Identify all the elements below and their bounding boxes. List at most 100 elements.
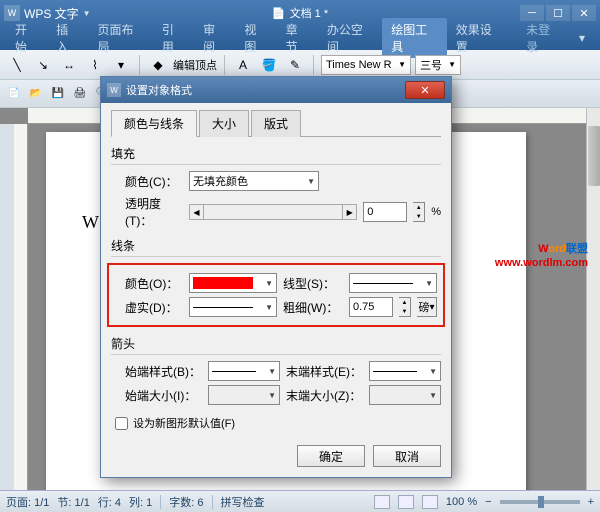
end-size-select[interactable]: ▼ [369,385,441,405]
vertical-ruler[interactable] [14,124,28,490]
shapes-more[interactable]: ▾ [110,54,132,76]
begin-style-select[interactable]: ▼ [208,361,280,381]
login-status[interactable]: 未登录 [517,18,570,58]
tab-effects[interactable]: 效果设置 [447,18,511,58]
document-text: W [82,212,99,233]
save-icon[interactable]: 💾 [48,84,68,104]
end-style-select[interactable]: ▼ [369,361,441,381]
transparency-value[interactable]: 0 [363,202,407,222]
fill-color-value: 无填充颜色 [193,173,248,189]
begin-size-select[interactable]: ▼ [208,385,280,405]
tab-color-line[interactable]: 颜色与线条 [111,110,197,137]
default-checkbox-row[interactable]: 设为新图形默认值(F) [115,415,441,431]
line-color-label: 颜色(O)： [125,275,183,292]
app-menu-dropdown[interactable]: ▼ [83,9,91,18]
font-size-select[interactable]: 三号▼ [415,55,461,75]
object-format-dialog: W 设置对象格式 ✕ 颜色与线条 大小 版式 填充 颜色(C)： 无填充颜色 ▼… [100,76,452,478]
dash-label: 虚实(D)： [125,299,183,316]
dialog-title: 设置对象格式 [126,82,192,98]
weight-value[interactable]: 0.75 [349,297,393,317]
slider-left-arrow[interactable]: ◀ [190,205,204,219]
transparency-label: 透明度(T)： [125,195,183,229]
zoom-slider-thumb[interactable] [538,496,544,508]
transparency-spinner[interactable]: ▲▼ [413,202,425,222]
double-arrow-tool[interactable]: ↔ [58,54,80,76]
font-family-select[interactable]: Times New R▼ [321,55,411,75]
cancel-button[interactable]: 取消 [373,445,441,467]
curve-tool[interactable]: ⌇ [84,54,106,76]
scroll-thumb[interactable] [588,126,600,186]
percent-label: % [431,206,441,218]
view-web-icon[interactable] [422,495,438,509]
arrow-tool[interactable]: ↘ [32,54,54,76]
chevron-down-icon: ▼ [425,279,433,288]
tab-office[interactable]: 办公空间 [318,18,382,58]
zoom-in-icon[interactable]: + [588,496,594,508]
begin-size-label: 始端大小(I)： [125,387,202,404]
print-icon[interactable]: 🖨 [70,84,90,104]
zoom-out-icon[interactable]: − [485,496,491,508]
dash-preview [193,307,253,308]
status-chars[interactable]: 字数: 6 [169,494,203,510]
tab-layout[interactable]: 版式 [251,110,301,137]
transparency-slider[interactable]: ◀ ▶ [189,204,357,220]
tab-drawing-tools[interactable]: 绘图工具 [382,18,446,58]
default-checkbox-label: 设为新图形默认值(F) [133,415,235,431]
status-line[interactable]: 行: 4 [98,494,121,510]
weight-label: 粗细(W)： [283,299,343,316]
tab-references[interactable]: 引用 [153,18,194,58]
zoom-slider[interactable] [500,500,580,504]
new-doc-icon[interactable]: 📄 [4,84,24,104]
line-group-label: 线条 [111,237,441,254]
dash-style-select[interactable]: ▼ [189,297,277,317]
status-spell[interactable]: 拼写检查 [221,494,265,510]
ribbon-collapse-icon[interactable]: ▾ [570,28,594,48]
line-tool[interactable]: ╲ [6,54,28,76]
fill-group-label: 填充 [111,145,441,162]
weight-unit[interactable]: 磅▾ [417,297,437,317]
nav-sidepanel[interactable] [0,124,14,490]
watermark: Word联盟 www.wordlm.com [495,236,588,269]
tab-view[interactable]: 视图 [235,18,276,58]
highlighted-section: 颜色(O)： ▼ 线型(S)： ▼ 虚实(D)： ▼ 粗细(W)： 0.7 [107,263,445,327]
fill-color-label: 颜色(C)： [125,173,183,190]
line-style-preview [353,283,413,284]
open-icon[interactable]: 📂 [26,84,46,104]
ribbon-tabs: 开始 插入 页面布局 引用 审阅 视图 章节 办公空间 绘图工具 效果设置 未登… [0,26,600,50]
doc-name: 文档 1 * [290,5,329,21]
color-swatch-red [193,277,253,289]
chevron-down-icon: ▼ [307,177,315,186]
arrow-group-label: 箭头 [111,335,441,352]
end-style-label: 末端样式(E)： [286,363,363,380]
edit-vertex-label[interactable]: 编辑顶点 [173,57,217,73]
tab-insert[interactable]: 插入 [47,18,88,58]
tab-section[interactable]: 章节 [277,18,318,58]
ok-button[interactable]: 确定 [297,445,365,467]
view-print-layout-icon[interactable] [374,495,390,509]
line-style-select[interactable]: ▼ [349,273,437,293]
tab-size[interactable]: 大小 [199,110,249,137]
fill-color-tool[interactable]: 🪣 [258,54,280,76]
vertical-scrollbar[interactable] [586,108,600,490]
slider-right-arrow[interactable]: ▶ [342,205,356,219]
fill-color-select[interactable]: 无填充颜色 ▼ [189,171,319,191]
zoom-value[interactable]: 100 % [446,496,477,508]
view-outline-icon[interactable] [398,495,414,509]
tab-review[interactable]: 审阅 [194,18,235,58]
status-col[interactable]: 列: 1 [129,494,152,510]
status-section[interactable]: 节: 1/1 [57,494,89,510]
dialog-close-button[interactable]: ✕ [405,81,445,99]
status-page[interactable]: 页面: 1/1 [6,494,49,510]
line-color-tool[interactable]: ✎ [284,54,306,76]
line-color-select[interactable]: ▼ [189,273,277,293]
tab-pagelayout[interactable]: 页面布局 [88,18,152,58]
end-size-label: 末端大小(Z)： [286,387,363,404]
begin-style-label: 始端样式(B)： [125,363,202,380]
default-checkbox[interactable] [115,417,128,430]
window-close[interactable]: ✕ [572,5,596,21]
tab-home[interactable]: 开始 [6,18,47,58]
weight-spinner[interactable]: ▲▼ [399,297,411,317]
edit-vertex-icon[interactable]: ◆ [147,54,169,76]
textbox-tool[interactable]: A [232,54,254,76]
dialog-titlebar[interactable]: W 设置对象格式 ✕ [101,77,451,103]
